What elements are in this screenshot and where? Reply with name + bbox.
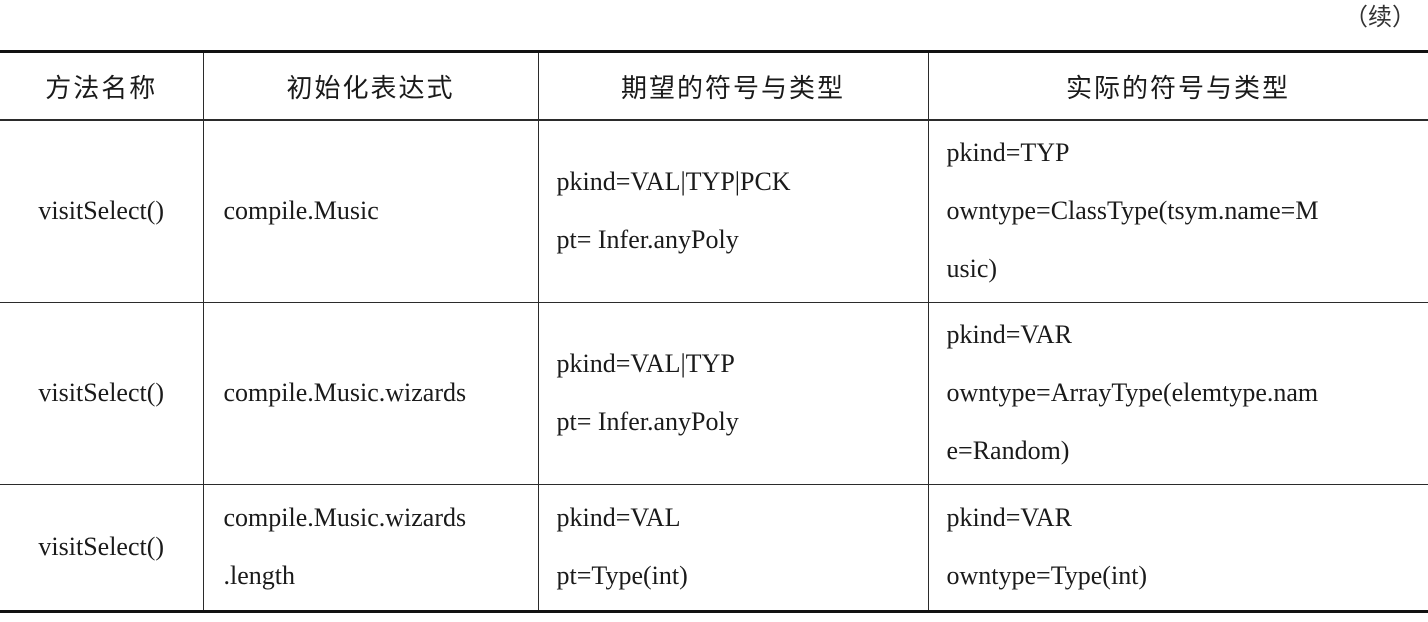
expected-line: pt= Infer.anyPoly	[556, 407, 739, 436]
actual-cell: pkind=VAR owntype=Type(int)	[927, 484, 1428, 613]
expression-line: compile.Music.wizards	[223, 378, 467, 407]
expression-cell: compile.Music	[202, 120, 539, 303]
actual-line: pkind=TYP	[946, 138, 1070, 168]
actual-line: owntype=ClassType(tsym.name=M	[946, 196, 1319, 226]
method-cell: visitSelect()	[0, 484, 204, 613]
actual-line: pkind=VAR	[946, 503, 1072, 532]
expected-line: pt= Infer.anyPoly	[556, 225, 739, 255]
expected-cell: pkind=VAL|TYP pt= Infer.anyPoly	[537, 302, 929, 485]
header-actual-symbol-type: 实际的符号与类型	[927, 50, 1428, 121]
method-cell: visitSelect()	[0, 120, 204, 303]
actual-line: pkind=VAR	[946, 320, 1072, 349]
method-cell: visitSelect()	[0, 302, 204, 485]
expression-line: .length	[223, 561, 296, 590]
expression-line: compile.Music.wizards	[223, 503, 467, 532]
actual-line: e=Random)	[946, 436, 1070, 465]
expected-line: pkind=VAL|TYP	[556, 349, 735, 378]
table-row: visitSelect() compile.Music.wizards pkin…	[0, 302, 1428, 485]
table-row: visitSelect() compile.Music pkind=VAL|TY…	[0, 120, 1428, 303]
expected-cell: pkind=VAL|TYP|PCK pt= Infer.anyPoly	[537, 120, 929, 303]
expected-line: pkind=VAL|TYP|PCK	[556, 167, 791, 197]
expected-line: pkind=VAL	[556, 503, 681, 532]
actual-line: owntype=ArrayType(elemtype.nam	[946, 378, 1319, 407]
table-header: 方法名称 初始化表达式 期望的符号与类型 实际的符号与类型	[0, 50, 1428, 121]
header-expected-symbol-type: 期望的符号与类型	[537, 50, 929, 121]
actual-cell: pkind=TYP owntype=ClassType(tsym.name=M …	[927, 120, 1428, 303]
header-init-expression: 初始化表达式	[202, 50, 539, 121]
header-row: 方法名称 初始化表达式 期望的符号与类型 实际的符号与类型	[0, 50, 1428, 121]
actual-line: usic)	[946, 254, 998, 284]
expected-line: pt=Type(int)	[556, 561, 688, 590]
header-method-name: 方法名称	[0, 50, 204, 121]
actual-line: owntype=Type(int)	[946, 561, 1148, 590]
symbol-type-table: 方法名称 初始化表达式 期望的符号与类型 实际的符号与类型 visitSelec…	[0, 50, 1428, 613]
actual-cell: pkind=VAR owntype=ArrayType(elemtype.nam…	[927, 302, 1428, 485]
table-row: visitSelect() compile.Music.wizards .len…	[0, 484, 1428, 613]
expected-cell: pkind=VAL pt=Type(int)	[537, 484, 929, 613]
continued-marker: （续）	[1344, 5, 1416, 31]
expression-cell: compile.Music.wizards	[202, 302, 539, 485]
expression-line: compile.Music	[223, 196, 379, 226]
table-body: visitSelect() compile.Music pkind=VAL|TY…	[0, 120, 1428, 613]
expression-cell: compile.Music.wizards .length	[202, 484, 539, 613]
